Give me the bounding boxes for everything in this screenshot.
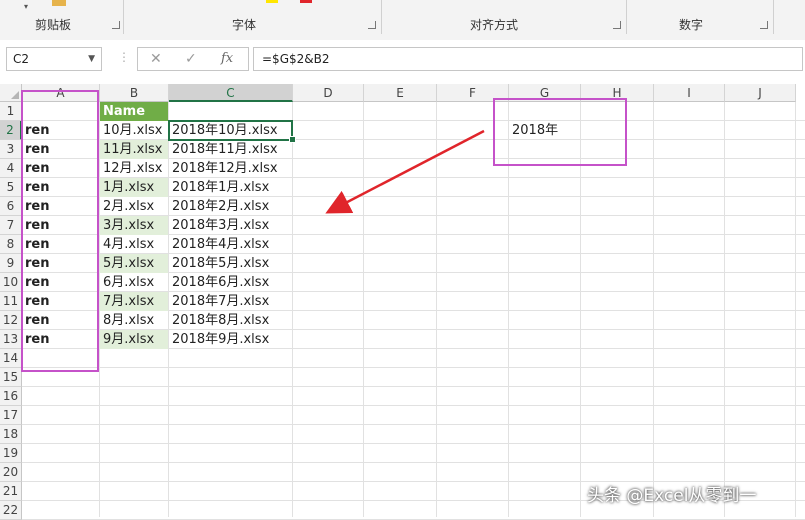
column-header-i[interactable]: I (654, 84, 725, 102)
row-header-16[interactable]: 16 (0, 387, 22, 406)
cell-c3[interactable]: 2018年11月.xlsx (169, 140, 292, 159)
row-header-18[interactable]: 18 (0, 425, 22, 444)
cell-b9[interactable]: 5月.xlsx (100, 254, 168, 273)
cell-b8[interactable]: 4月.xlsx (100, 235, 168, 254)
cell-c5[interactable]: 2018年1月.xlsx (169, 178, 292, 197)
cell-b7[interactable]: 3月.xlsx (100, 216, 168, 235)
row-header-10[interactable]: 10 (0, 273, 22, 292)
insert-function-icon[interactable]: fx (221, 51, 233, 66)
formula-input[interactable]: =$G$2&B2 (253, 47, 803, 71)
group-divider (381, 0, 382, 34)
row-header-3[interactable]: 3 (0, 140, 22, 159)
formula-bar-grip-icon[interactable]: ⋮ (118, 50, 130, 64)
ribbon: ▾ 剪贴板 字体 对齐方式 数字 (0, 0, 805, 41)
column-header-b[interactable]: B (100, 84, 169, 102)
paste-dropdown-arrow[interactable]: ▾ (24, 2, 28, 11)
cell-c9[interactable]: 2018年5月.xlsx (169, 254, 292, 273)
cell-b1-header[interactable]: Name (100, 102, 168, 121)
gridline (22, 443, 805, 444)
row-header-5[interactable]: 5 (0, 178, 22, 197)
row-header-17[interactable]: 17 (0, 406, 22, 425)
column-header-d[interactable]: D (293, 84, 364, 102)
gridline (22, 462, 805, 463)
highlight-color-swatch[interactable] (266, 0, 278, 3)
row-header-21[interactable]: 21 (0, 482, 22, 501)
cell-c11[interactable]: 2018年7月.xlsx (169, 292, 292, 311)
row-header-1[interactable]: 1 (0, 102, 22, 121)
gridline (22, 386, 805, 387)
cell-c10[interactable]: 2018年6月.xlsx (169, 273, 292, 292)
row-header-9[interactable]: 9 (0, 254, 22, 273)
cell-b5[interactable]: 1月.xlsx (100, 178, 168, 197)
cell-c7[interactable]: 2018年3月.xlsx (169, 216, 292, 235)
cancel-icon[interactable]: ✕ (150, 51, 162, 67)
alignment-launcher-icon[interactable] (613, 21, 621, 29)
group-divider (773, 0, 774, 34)
column-header-j[interactable]: J (725, 84, 796, 102)
cell-b11[interactable]: 7月.xlsx (100, 292, 168, 311)
cell-c8[interactable]: 2018年4月.xlsx (169, 235, 292, 254)
cell-c13[interactable]: 2018年9月.xlsx (169, 330, 292, 349)
cell-c6[interactable]: 2018年2月.xlsx (169, 197, 292, 216)
row-header-22[interactable]: 22 (0, 501, 22, 520)
row-header-8[interactable]: 8 (0, 235, 22, 254)
row-header-11[interactable]: 11 (0, 292, 22, 311)
column-header-c[interactable]: C (169, 84, 293, 102)
row-header-20[interactable]: 20 (0, 463, 22, 482)
cell-c12[interactable]: 2018年8月.xlsx (169, 311, 292, 330)
group-divider (626, 0, 627, 34)
group-label-clipboard: 剪贴板 (35, 18, 72, 32)
row-header-14[interactable]: 14 (0, 349, 22, 368)
font-color-swatch[interactable] (300, 0, 312, 3)
row-header-19[interactable]: 19 (0, 444, 22, 463)
font-launcher-icon[interactable] (368, 21, 376, 29)
active-cell-border[interactable] (168, 120, 293, 141)
cell-b10[interactable]: 6月.xlsx (100, 273, 168, 292)
name-box-value: C2 (13, 52, 30, 66)
highlight-box-column-a (21, 90, 99, 372)
row-header-13[interactable]: 13 (0, 330, 22, 349)
fill-handle[interactable] (289, 136, 296, 143)
cell-b6[interactable]: 2月.xlsx (100, 197, 168, 216)
name-box[interactable]: C2 ▼ (6, 47, 102, 71)
row-header-7[interactable]: 7 (0, 216, 22, 235)
row-header-15[interactable]: 15 (0, 368, 22, 387)
enter-icon[interactable]: ✓ (185, 51, 197, 67)
gridline (22, 424, 805, 425)
cell-b2[interactable]: 10月.xlsx (100, 121, 168, 140)
group-label-alignment: 对齐方式 (470, 18, 519, 32)
number-launcher-icon[interactable] (760, 21, 768, 29)
chevron-down-icon[interactable]: ▼ (88, 54, 95, 64)
select-all-corner[interactable] (0, 84, 22, 102)
row-header-2[interactable]: 2 (0, 121, 22, 140)
row-header-6[interactable]: 6 (0, 197, 22, 216)
watermark: 头条 @Excel从零到一 (587, 486, 757, 506)
row-header-12[interactable]: 12 (0, 311, 22, 330)
row-header-4[interactable]: 4 (0, 159, 22, 178)
worksheet-grid[interactable]: A B C D E F G H I J 1 2 3 4 5 6 7 8 9 10 11 12 13 14 15 16 17 18 19 2… (0, 84, 805, 520)
highlight-box-g2 (493, 98, 627, 166)
format-painter-icon[interactable] (52, 0, 66, 6)
clipboard-launcher-icon[interactable] (112, 21, 120, 29)
group-label-font: 字体 (232, 18, 257, 32)
cell-b4[interactable]: 12月.xlsx (100, 159, 168, 178)
cell-b3[interactable]: 11月.xlsx (100, 140, 168, 159)
gridline (22, 405, 805, 406)
cell-b12[interactable]: 8月.xlsx (100, 311, 168, 330)
formula-text: =$G$2&B2 (262, 52, 330, 66)
column-header-e[interactable]: E (364, 84, 437, 102)
cell-c4[interactable]: 2018年12月.xlsx (169, 159, 292, 178)
group-divider (123, 0, 124, 34)
cell-b13[interactable]: 9月.xlsx (100, 330, 168, 349)
group-label-number: 数字 (679, 18, 704, 32)
gridline (22, 367, 805, 368)
